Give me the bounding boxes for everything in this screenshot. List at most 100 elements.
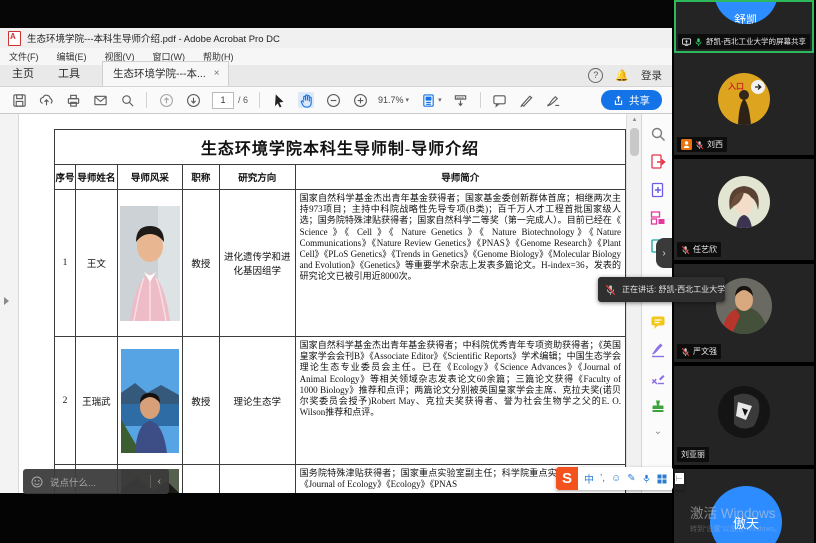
ime-mode-chinese[interactable]: 中 [584,471,594,486]
stamp-icon[interactable] [650,398,666,414]
fill-sign-icon[interactable] [650,342,666,358]
video-tile[interactable]: 入口 刘西 [674,53,814,155]
comment-panel-icon[interactable] [650,314,666,330]
send-for-signature-icon[interactable] [650,370,666,386]
participant-label: 舒凯-西北工业大学的屏幕共享 [678,34,810,49]
share-button[interactable]: 共享 [601,90,662,110]
col-header-rank: 职称 [182,165,219,190]
navigation-pane-expand-icon[interactable] [4,297,9,305]
sign-pen-icon[interactable] [546,92,562,108]
windows-activation-watermark: 激活 Windows 转到“设置”以激活 Windows。 [690,502,781,534]
tutor-photo [120,206,180,321]
meeting-video-sidebar: 舒凯 舒凯-西北工业大学的屏幕共享 入口 刘西 [672,0,816,543]
col-header-field: 研究方向 [219,165,295,190]
row2-name: 王瑞武 [75,337,117,465]
ime-punctuation-icon[interactable]: ’, [600,473,605,484]
page-total-label: / 6 [238,95,248,105]
row1-photo-cell [117,190,182,337]
video-tile-sharer[interactable]: 舒凯 舒凯-西北工业大学的屏幕共享 [674,0,814,53]
acrobat-window: 生态环境学院---本科生导师介绍.pdf - Adobe Acrobat Pro… [0,28,672,493]
search-tools-icon[interactable] [650,126,666,142]
page-number-input[interactable]: 1 [212,92,234,109]
upload-cloud-icon[interactable] [38,92,54,108]
col-header-no: 序号 [55,165,76,190]
hand-tool-icon[interactable] [298,92,314,108]
zoom-in-icon[interactable] [352,92,368,108]
speaking-toast: 正在讲话: 舒凯-西北工业大学 [598,277,725,302]
avatar: 舒凯 [714,0,778,24]
participant-label: 任艺欣 [677,242,721,257]
notifications-bell-icon[interactable]: 🔔 [615,69,629,82]
mic-muted-icon [681,245,690,255]
print-icon[interactable] [65,92,81,108]
tab-tools[interactable]: 工具 [46,61,92,86]
video-tile[interactable]: 任艺欣 [674,159,814,260]
scroll-up-icon[interactable]: ▲ [627,117,642,123]
create-pdf-icon[interactable] [650,182,666,198]
save-icon[interactable] [11,92,27,108]
participant-label: 刘西 [677,137,727,152]
next-page-icon[interactable] [185,92,201,108]
vertical-scrollbar[interactable]: ▲ ▼ [626,114,642,493]
row1-rank: 教授 [182,190,219,337]
avatar [718,176,770,228]
organize-pages-icon[interactable] [650,210,666,226]
more-tools-chevron-icon[interactable]: ⌄ [650,426,666,442]
col-header-bio: 导师简介 [295,165,625,190]
row2-bio: 国家自然科学基金杰出青年基金获得者；中科院优秀青年专项资助获得者；《英国皇家学会… [295,337,625,465]
zoom-dropdown-icon[interactable]: ▾ [406,96,410,104]
select-tool-icon[interactable] [271,92,287,108]
menu-bar: 文件(F) 编辑(E) 视图(V) 窗口(W) 帮助(H) [0,48,672,65]
highlight-pen-icon[interactable] [519,92,535,108]
scrollbar-thumb[interactable] [630,128,639,156]
row3-rank [182,465,219,494]
avatar [718,386,770,438]
ime-toolbox-icon[interactable] [657,474,667,484]
row2-rank: 教授 [182,337,219,465]
quick-chat-bubble[interactable]: 说点什么... ‹ [23,469,169,494]
ime-toolbar[interactable]: S 中 ’, ☺ ✎ ⊢ [556,467,684,490]
row1-name: 王文 [75,190,117,337]
navigation-pane-strip[interactable] [0,114,19,493]
emoji-icon [31,476,43,488]
email-icon[interactable] [92,92,108,108]
sogou-logo-icon[interactable]: S [556,467,578,490]
ime-drag-handle[interactable]: ⊢ [675,473,684,484]
tab-document[interactable]: 生态环境学院---本... × [102,61,229,86]
tools-panel: ⌄ [641,114,672,493]
ime-handwriting-icon[interactable]: ✎ [627,473,635,484]
screen: 生态环境学院---本科生导师介绍.pdf - Adobe Acrobat Pro… [0,0,816,543]
login-button[interactable]: 登录 [641,68,662,83]
tab-home[interactable]: 主页 [0,61,46,86]
table-title: 生态环境学院本科生导师制-导师介绍 [55,130,626,165]
svg-text:入口: 入口 [727,82,744,91]
export-pdf-icon[interactable] [650,154,666,170]
document-area: 生态环境学院本科生导师制-导师介绍 序号 导师姓名 导师风采 职称 研究方向 导… [0,114,672,493]
row2-field: 理论生态学 [219,337,295,465]
mic-on-icon [694,37,703,47]
chat-input-placeholder[interactable]: 说点什么... [50,475,96,489]
zoom-out-icon[interactable] [325,92,341,108]
page-display-dropdown-icon[interactable]: ▾ [438,96,442,104]
scroll-mode-icon[interactable] [453,92,469,108]
row1-field: 进化遗传学和进化基因组学 [219,190,295,337]
ime-voice-icon[interactable] [642,473,651,484]
pdf-page[interactable]: 生态环境学院本科生导师制-导师介绍 序号 导师姓名 导师风采 职称 研究方向 导… [19,114,626,493]
zoom-level[interactable]: 91.7% [378,95,404,105]
help-icon[interactable]: ? [588,68,603,83]
comment-tool-icon[interactable] [492,92,508,108]
sidebar-collapse-handle[interactable]: › [656,238,672,268]
video-tile[interactable]: 刘亚丽 [674,366,814,465]
ime-emoji-icon[interactable]: ☺ [611,473,621,484]
pdf-file-icon [8,31,21,46]
table-row: 1 王文 [55,190,626,337]
col-header-name: 导师姓名 [75,165,117,190]
close-tab-icon[interactable]: × [214,68,220,79]
search-icon[interactable] [119,92,135,108]
page-display-icon[interactable] [420,92,436,108]
row1-bio: 国家自然科学基金杰出青年基金获得者；国家基金委创新群体首席；相继两次主持973项… [295,190,625,337]
host-badge-icon [681,139,692,150]
previous-page-icon[interactable] [158,92,174,108]
title-bar[interactable]: 生态环境学院---本科生导师介绍.pdf - Adobe Acrobat Pro… [0,28,672,48]
collapse-chat-icon[interactable]: ‹ [158,476,161,487]
